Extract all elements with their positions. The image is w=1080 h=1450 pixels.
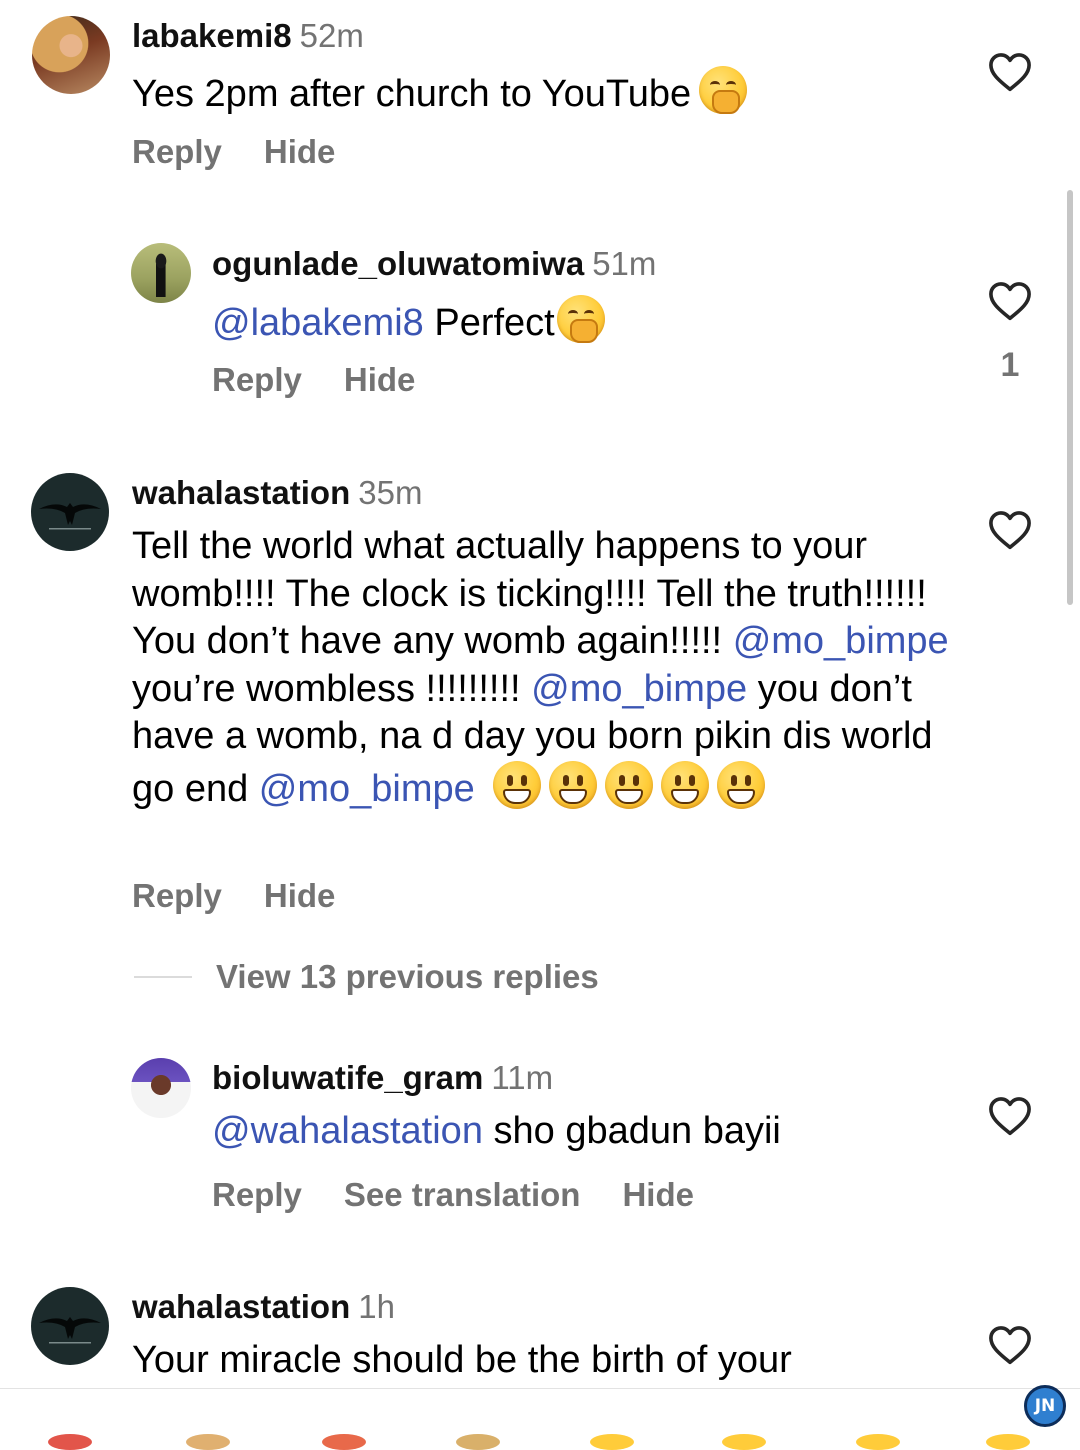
fire-emoji[interactable] (322, 1434, 366, 1450)
timestamp: 35m (358, 474, 423, 511)
heart-eyes-emoji[interactable] (48, 1434, 92, 1450)
grinning-face-emoji (717, 760, 766, 809)
comment-text: @labakemi8 Perfect (212, 295, 1032, 348)
bird-silhouette-icon (39, 1317, 101, 1344)
crying-face-emoji[interactable] (590, 1434, 634, 1450)
comment-actions: Reply Hide (212, 360, 457, 400)
grinning-face-emoji (661, 760, 710, 809)
like-count: 1 (1000, 346, 1020, 384)
hide-button[interactable]: Hide (264, 133, 336, 170)
mention-link[interactable]: @mo_bimpe (733, 620, 949, 662)
comment-body: Your miracle should be the birth of your (132, 1339, 792, 1381)
comment-header: wahalastation 35m (132, 473, 422, 513)
avatar[interactable] (131, 243, 191, 303)
comment-header: labakemi8 52m (132, 16, 364, 56)
scrollbar[interactable] (1067, 190, 1073, 605)
avatar[interactable] (31, 1287, 109, 1365)
watermark-logo: JN (1024, 1385, 1066, 1427)
divider-line (134, 976, 192, 978)
reply-button[interactable]: Reply (212, 361, 302, 398)
mention-link[interactable]: @labakemi8 (212, 302, 424, 344)
comment-text: @wahalastation sho gbadun bayii (212, 1108, 1032, 1156)
heart-outline-icon[interactable] (988, 281, 1032, 321)
grinning-face-emoji (549, 760, 598, 809)
heart-outline-icon[interactable] (988, 1096, 1032, 1136)
grinning-face-emoji (605, 760, 654, 809)
surprised-face-emoji[interactable] (856, 1434, 900, 1450)
heart-outline-icon[interactable] (988, 1325, 1032, 1365)
comment-body: you’re wombless !!!!!!!!! (132, 667, 521, 710)
mention-link[interactable]: @mo_bimpe (531, 668, 747, 710)
heart-outline-icon[interactable] (988, 52, 1032, 92)
username[interactable]: bioluwatife_gram (212, 1059, 483, 1096)
comment-actions: Reply Hide (132, 132, 377, 172)
emoji-reaction-bar (0, 1388, 1080, 1450)
laughing-face-emoji[interactable] (986, 1434, 1030, 1450)
view-replies-label: View 13 previous replies (216, 958, 599, 995)
hide-button[interactable]: Hide (344, 361, 416, 398)
view-previous-replies-button[interactable]: View 13 previous replies (134, 958, 599, 996)
timestamp: 1h (358, 1288, 395, 1325)
username[interactable]: ogunlade_oluwatomiwa (212, 245, 584, 282)
comment-text: Yes 2pm after church to YouTube (132, 66, 952, 119)
heart-outline-icon[interactable] (988, 510, 1032, 550)
mention-link[interactable]: @mo_bimpe (259, 768, 475, 810)
comment-text: Tell the world what actually happens to … (132, 523, 962, 813)
timestamp: 51m (592, 245, 657, 282)
comment-actions: Reply Hide (132, 876, 377, 916)
face-with-hand-over-mouth-emoji (699, 66, 748, 114)
reply-button[interactable]: Reply (132, 877, 222, 914)
username[interactable]: labakemi8 (132, 17, 292, 54)
avatar[interactable] (32, 16, 110, 94)
timestamp: 52m (299, 17, 364, 54)
comment-actions: Reply See translation Hide (212, 1175, 736, 1215)
clap-emoji[interactable] (186, 1434, 230, 1450)
comment-header: wahalastation 1h (132, 1287, 395, 1327)
hide-button[interactable]: Hide (622, 1176, 694, 1213)
grinning-face-emoji (493, 760, 542, 809)
raised-hands-emoji[interactable] (456, 1434, 500, 1450)
bird-silhouette-icon (39, 503, 101, 530)
see-translation-button[interactable]: See translation (344, 1176, 581, 1213)
comment-header: ogunlade_oluwatomiwa 51m (212, 244, 656, 284)
timestamp: 11m (491, 1059, 554, 1096)
reply-button[interactable]: Reply (132, 133, 222, 170)
comment-header: bioluwatife_gram 11m (212, 1058, 553, 1098)
heart-face-emoji[interactable] (722, 1434, 766, 1450)
comment-text: Your miracle should be the birth of your (132, 1337, 952, 1385)
username[interactable]: wahalastation (132, 1288, 350, 1325)
comment-body: Yes 2pm after church to YouTube (132, 73, 692, 115)
comment-body: sho gbadun bayii (482, 1110, 781, 1152)
username[interactable]: wahalastation (132, 474, 350, 511)
comment-body: Perfect (423, 302, 555, 344)
hide-button[interactable]: Hide (264, 877, 336, 914)
mention-link[interactable]: @wahalastation (212, 1110, 483, 1152)
avatar[interactable] (31, 473, 109, 551)
face-with-hand-over-mouth-emoji (556, 295, 605, 343)
reply-button[interactable]: Reply (212, 1176, 302, 1213)
avatar[interactable] (131, 1058, 191, 1118)
